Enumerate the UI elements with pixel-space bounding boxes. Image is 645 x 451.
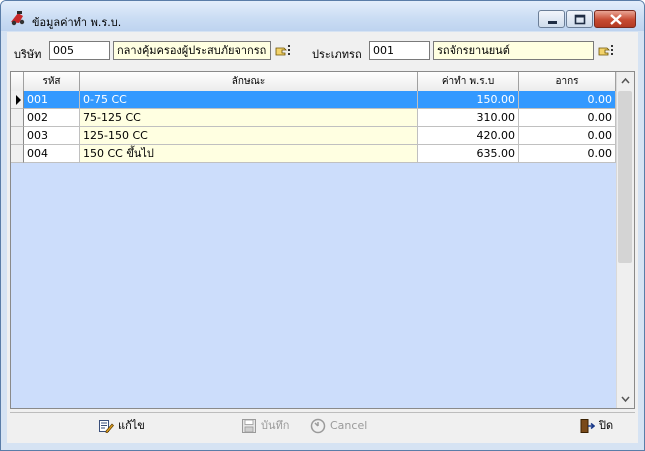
app-window: ข้อมูลค่าทำ พ.ร.บ. บริษัท 005 กลางคุ้มคร… [0, 0, 645, 451]
scrollbar-thumb[interactable] [618, 91, 632, 263]
minimize-icon [548, 21, 557, 24]
minimize-button[interactable] [538, 10, 565, 28]
cell-code[interactable]: 002 [24, 109, 80, 127]
company-label: บริษัท [14, 48, 42, 61]
cell-code[interactable]: 003 [24, 127, 80, 145]
row-indicator [11, 127, 24, 145]
close-window-button[interactable] [594, 10, 636, 28]
cancel-undo-icon [310, 418, 326, 434]
vehicle-type-lookup-icon[interactable] [598, 44, 615, 58]
scroll-down-arrow-icon[interactable] [617, 391, 634, 408]
maximize-icon [574, 14, 586, 25]
window-title: ข้อมูลค่าทำ พ.ร.บ. [32, 16, 122, 29]
table-row[interactable]: 002 75-125 CC 310.00 0.00 [11, 109, 616, 127]
cell-fee[interactable]: 310.00 [418, 109, 519, 127]
cell-description[interactable]: 125-150 CC [80, 127, 418, 145]
app-icon [11, 11, 25, 26]
cancel-button-label: Cancel [330, 419, 368, 432]
cell-duty[interactable]: 0.00 [519, 145, 616, 163]
close-icon [610, 14, 622, 25]
table-row[interactable]: 001 0-75 CC 150.00 0.00 [11, 91, 616, 109]
row-indicator [11, 91, 24, 109]
table-row[interactable]: 003 125-150 CC 420.00 0.00 [11, 127, 616, 145]
cell-fee[interactable]: 635.00 [418, 145, 519, 163]
save-button-label: บันทึก [261, 419, 290, 432]
vertical-scrollbar[interactable] [616, 72, 634, 408]
company-name-field: กลางคุ้มครองผู้ประสบภัยจากรถ จ [113, 41, 271, 60]
bottom-toolbar: แก้ไข บันทึก Cancel ปิด [10, 412, 635, 440]
cell-description[interactable]: 0-75 CC [80, 91, 418, 109]
current-row-arrow-icon [16, 95, 21, 105]
cell-code[interactable]: 004 [24, 145, 80, 163]
scroll-up-arrow-icon[interactable] [617, 72, 634, 89]
column-header-description[interactable]: ลักษณะ [80, 72, 418, 91]
vehicle-type-name-field: รถจักรยานยนต์ [433, 41, 594, 60]
cell-duty[interactable]: 0.00 [519, 127, 616, 145]
exit-door-icon [580, 419, 595, 433]
column-header-fee[interactable]: ค่าทำ พ.ร.บ [418, 72, 519, 91]
vehicle-type-label: ประเภทรถ [312, 48, 362, 61]
company-code-input[interactable]: 005 [49, 41, 110, 60]
edit-pencil-icon [99, 420, 114, 433]
cell-description[interactable]: 150 CC ขึ้นไป [80, 145, 418, 163]
cell-code[interactable]: 001 [24, 91, 80, 109]
title-bar[interactable]: ข้อมูลค่าทำ พ.ร.บ. [1, 1, 644, 31]
maximize-button[interactable] [566, 10, 593, 28]
table-row[interactable]: 004 150 CC ขึ้นไป 635.00 0.00 [11, 145, 616, 163]
cell-duty[interactable]: 0.00 [519, 109, 616, 127]
column-header-duty[interactable]: อากร [519, 72, 616, 91]
row-indicator [11, 145, 24, 163]
save-disk-icon [242, 419, 256, 433]
cell-duty[interactable]: 0.00 [519, 91, 616, 109]
fee-table[interactable]: รหัส ลักษณะ ค่าทำ พ.ร.บ อากร 001 0-75 CC… [10, 71, 635, 409]
company-lookup-icon[interactable] [275, 44, 292, 58]
cell-fee[interactable]: 420.00 [418, 127, 519, 145]
cell-description[interactable]: 75-125 CC [80, 109, 418, 127]
row-indicator [11, 109, 24, 127]
header-indicator [11, 72, 24, 91]
table-header: รหัส ลักษณะ ค่าทำ พ.ร.บ อากร [11, 72, 616, 92]
cell-fee[interactable]: 150.00 [418, 91, 519, 109]
column-header-code[interactable]: รหัส [24, 72, 80, 91]
client-area: บริษัท 005 กลางคุ้มครองผู้ประสบภัยจากรถ … [7, 32, 638, 443]
edit-button-label: แก้ไข [118, 419, 145, 432]
close-button-label: ปิด [599, 419, 614, 432]
vehicle-type-code-input[interactable]: 001 [369, 41, 430, 60]
